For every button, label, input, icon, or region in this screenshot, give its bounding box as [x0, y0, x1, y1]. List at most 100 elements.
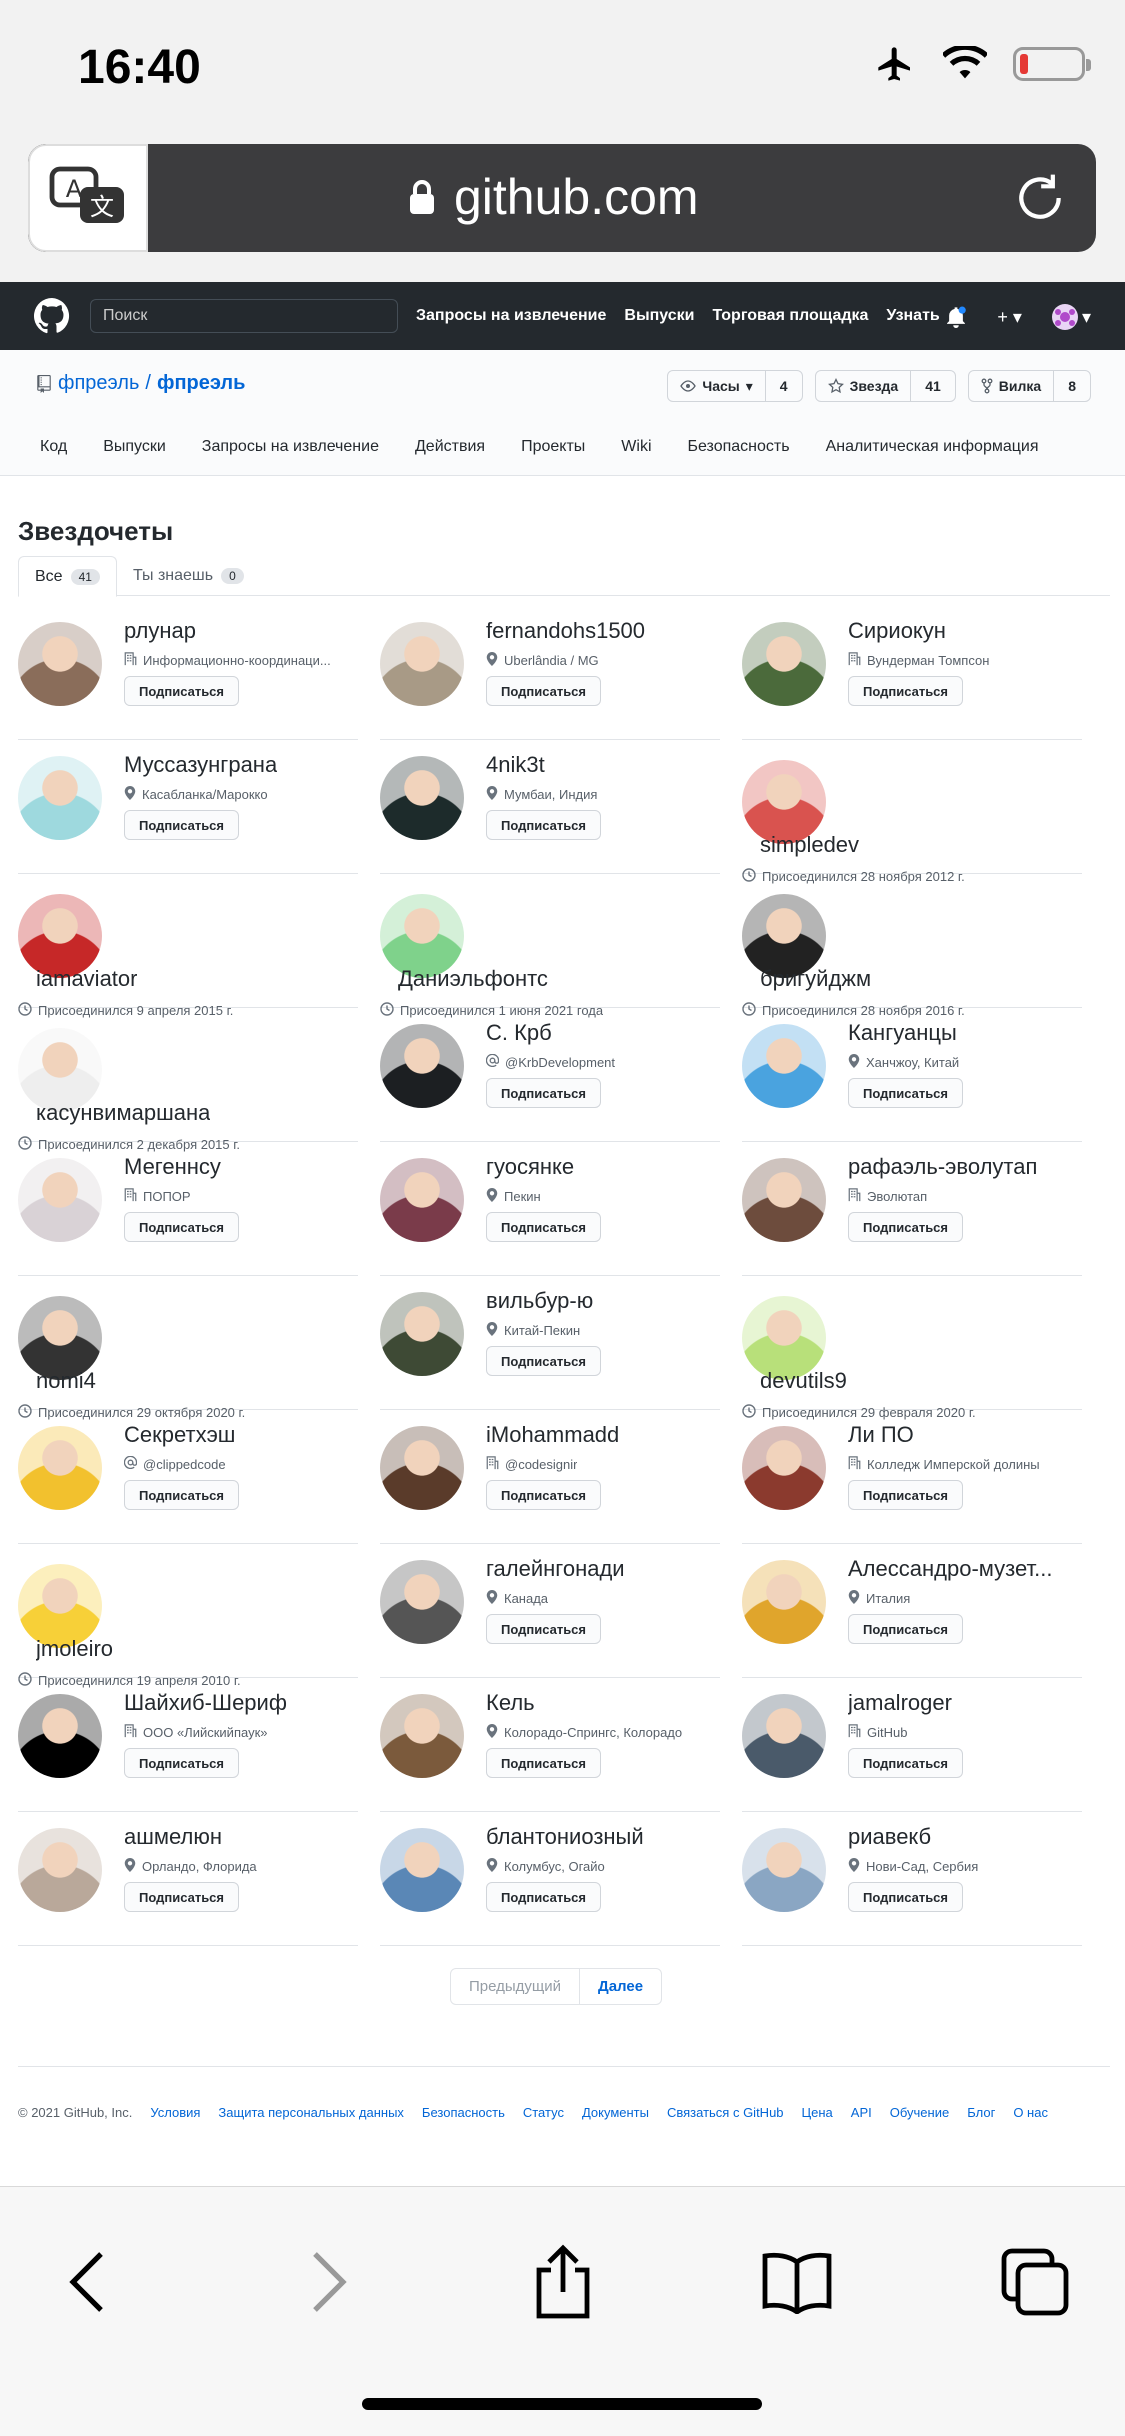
stargazer-username[interactable]: Ли ПО: [848, 1422, 914, 1448]
tab-issues[interactable]: Выпуски: [103, 438, 166, 456]
stargazer-username[interactable]: iMohammadd: [486, 1422, 619, 1448]
repo-name-link[interactable]: фпреэль: [157, 372, 245, 395]
follow-button[interactable]: Подписаться: [486, 1748, 602, 1778]
avatar[interactable]: [380, 1426, 464, 1510]
stargazer-username[interactable]: iamaviator: [36, 966, 137, 992]
tab-code[interactable]: Код: [40, 438, 67, 456]
avatar[interactable]: [380, 1158, 464, 1242]
follow-button[interactable]: Подписаться: [124, 810, 240, 840]
stargazer-username[interactable]: Муссазунграна: [124, 752, 277, 778]
follow-button[interactable]: Подписаться: [486, 1882, 602, 1912]
bell-icon[interactable]: [945, 305, 967, 329]
avatar[interactable]: [380, 1828, 464, 1912]
follow-button[interactable]: Подписаться: [486, 1346, 602, 1376]
footer-link-docs[interactable]: Документы: [582, 2105, 649, 2120]
nav-explore[interactable]: Узнать: [886, 307, 939, 325]
follow-button[interactable]: Подписаться: [848, 676, 964, 706]
stargazer-username[interactable]: Сириокун: [848, 618, 946, 644]
follow-button[interactable]: Подписаться: [124, 1480, 240, 1510]
footer-link-blog[interactable]: Блог: [967, 2105, 995, 2120]
nav-issues[interactable]: Выпуски: [624, 307, 694, 325]
url-display[interactable]: github.com: [408, 168, 699, 226]
stargazer-username[interactable]: jamalroger: [848, 1690, 952, 1716]
address-bar[interactable]: A 文 github.com: [28, 144, 1096, 252]
bookmarks-icon[interactable]: [752, 2237, 842, 2327]
stargazer-username[interactable]: devutils9: [760, 1368, 847, 1394]
avatar[interactable]: [18, 1694, 102, 1778]
stargazer-username[interactable]: гуосянке: [486, 1154, 574, 1180]
follow-button[interactable]: Подписаться: [486, 1480, 602, 1510]
translate-icon[interactable]: A 文: [28, 144, 148, 252]
avatar[interactable]: [380, 622, 464, 706]
stargazer-username[interactable]: блантониозный: [486, 1824, 644, 1850]
footer-link-security[interactable]: Безопасность: [422, 2105, 505, 2120]
avatar[interactable]: [380, 756, 464, 840]
nav-pull-requests[interactable]: Запросы на извлечение: [416, 307, 606, 325]
fork-button[interactable]: Вилка 8: [967, 370, 1091, 402]
tab-wiki[interactable]: Wiki: [621, 438, 651, 456]
avatar[interactable]: [380, 1024, 464, 1108]
reload-icon[interactable]: [1012, 170, 1068, 231]
github-logo-icon[interactable]: [34, 298, 70, 334]
stargazer-username[interactable]: fernandohs1500: [486, 618, 645, 644]
avatar[interactable]: [18, 1828, 102, 1912]
plus-dropdown-icon[interactable]: + ▾: [997, 307, 1022, 328]
avatar-dropdown[interactable]: ▾: [1051, 304, 1091, 330]
footer-link-terms[interactable]: Условия: [150, 2105, 200, 2120]
follow-button[interactable]: Подписаться: [486, 1614, 602, 1644]
nav-marketplace[interactable]: Торговая площадка: [713, 307, 869, 325]
avatar[interactable]: [742, 1426, 826, 1510]
avatar[interactable]: [380, 1560, 464, 1644]
follow-button[interactable]: Подписаться: [486, 676, 602, 706]
stargazer-username[interactable]: касунвимаршана: [36, 1100, 210, 1126]
tab-insights[interactable]: Аналитическая информация: [826, 438, 1039, 456]
tab-projects[interactable]: Проекты: [521, 438, 585, 456]
watch-count[interactable]: 4: [766, 378, 802, 394]
follow-button[interactable]: Подписаться: [124, 1882, 240, 1912]
footer-link-training[interactable]: Обучение: [890, 2105, 949, 2120]
avatar[interactable]: [380, 1694, 464, 1778]
stargazer-username[interactable]: simpledev: [760, 832, 859, 858]
avatar[interactable]: [18, 1158, 102, 1242]
share-icon[interactable]: [518, 2237, 608, 2327]
footer-link-api[interactable]: API: [851, 2105, 872, 2120]
next-button[interactable]: Далее: [580, 1969, 661, 2004]
follow-button[interactable]: Подписаться: [486, 1078, 602, 1108]
forward-arrow-icon[interactable]: [284, 2237, 374, 2327]
stargazer-username[interactable]: Секретхэш: [124, 1422, 235, 1448]
stargazer-username[interactable]: Кель: [486, 1690, 535, 1716]
stargazer-username[interactable]: рафаэль-эволутап: [848, 1154, 1037, 1180]
footer-link-about[interactable]: О нас: [1013, 2105, 1048, 2120]
search-input[interactable]: Поиск: [90, 299, 398, 333]
tab-actions[interactable]: Действия: [415, 438, 485, 456]
follow-button[interactable]: Подписаться: [848, 1480, 964, 1510]
follow-button[interactable]: Подписаться: [124, 1212, 240, 1242]
stargazer-username[interactable]: nomi4: [36, 1368, 96, 1394]
stargazer-username[interactable]: Даниэльфонтс: [398, 966, 548, 992]
avatar[interactable]: [742, 1158, 826, 1242]
tab-you-know[interactable]: Ты знаешь 0: [117, 556, 260, 595]
follow-button[interactable]: Подписаться: [848, 1748, 964, 1778]
tabs-icon[interactable]: [990, 2237, 1080, 2327]
stargazer-username[interactable]: ашмелюн: [124, 1824, 222, 1850]
stargazer-username[interactable]: Кангуанцы: [848, 1020, 957, 1046]
stargazer-username[interactable]: Алессандро-музет...: [848, 1556, 1052, 1582]
stargazer-username[interactable]: галейнгонади: [486, 1556, 625, 1582]
tab-all[interactable]: Все 41: [18, 556, 117, 597]
avatar[interactable]: [18, 1426, 102, 1510]
follow-button[interactable]: Подписаться: [848, 1212, 964, 1242]
stargazer-username[interactable]: риавекб: [848, 1824, 931, 1850]
avatar[interactable]: [742, 1694, 826, 1778]
footer-link-privacy[interactable]: Защита персональных данных: [218, 2105, 404, 2120]
stargazer-username[interactable]: jmoleiro: [36, 1636, 113, 1662]
stargazer-username[interactable]: Мегеннсу: [124, 1154, 221, 1180]
follow-button[interactable]: Подписаться: [486, 810, 602, 840]
star-button[interactable]: Звезда 41: [814, 370, 956, 402]
follow-button[interactable]: Подписаться: [124, 1748, 240, 1778]
star-count[interactable]: 41: [911, 378, 955, 394]
follow-button[interactable]: Подписаться: [848, 1078, 964, 1108]
follow-button[interactable]: Подписаться: [848, 1882, 964, 1912]
follow-button[interactable]: Подписаться: [486, 1212, 602, 1242]
fork-count[interactable]: 8: [1054, 378, 1090, 394]
stargazer-username[interactable]: 4nik3t: [486, 752, 545, 778]
